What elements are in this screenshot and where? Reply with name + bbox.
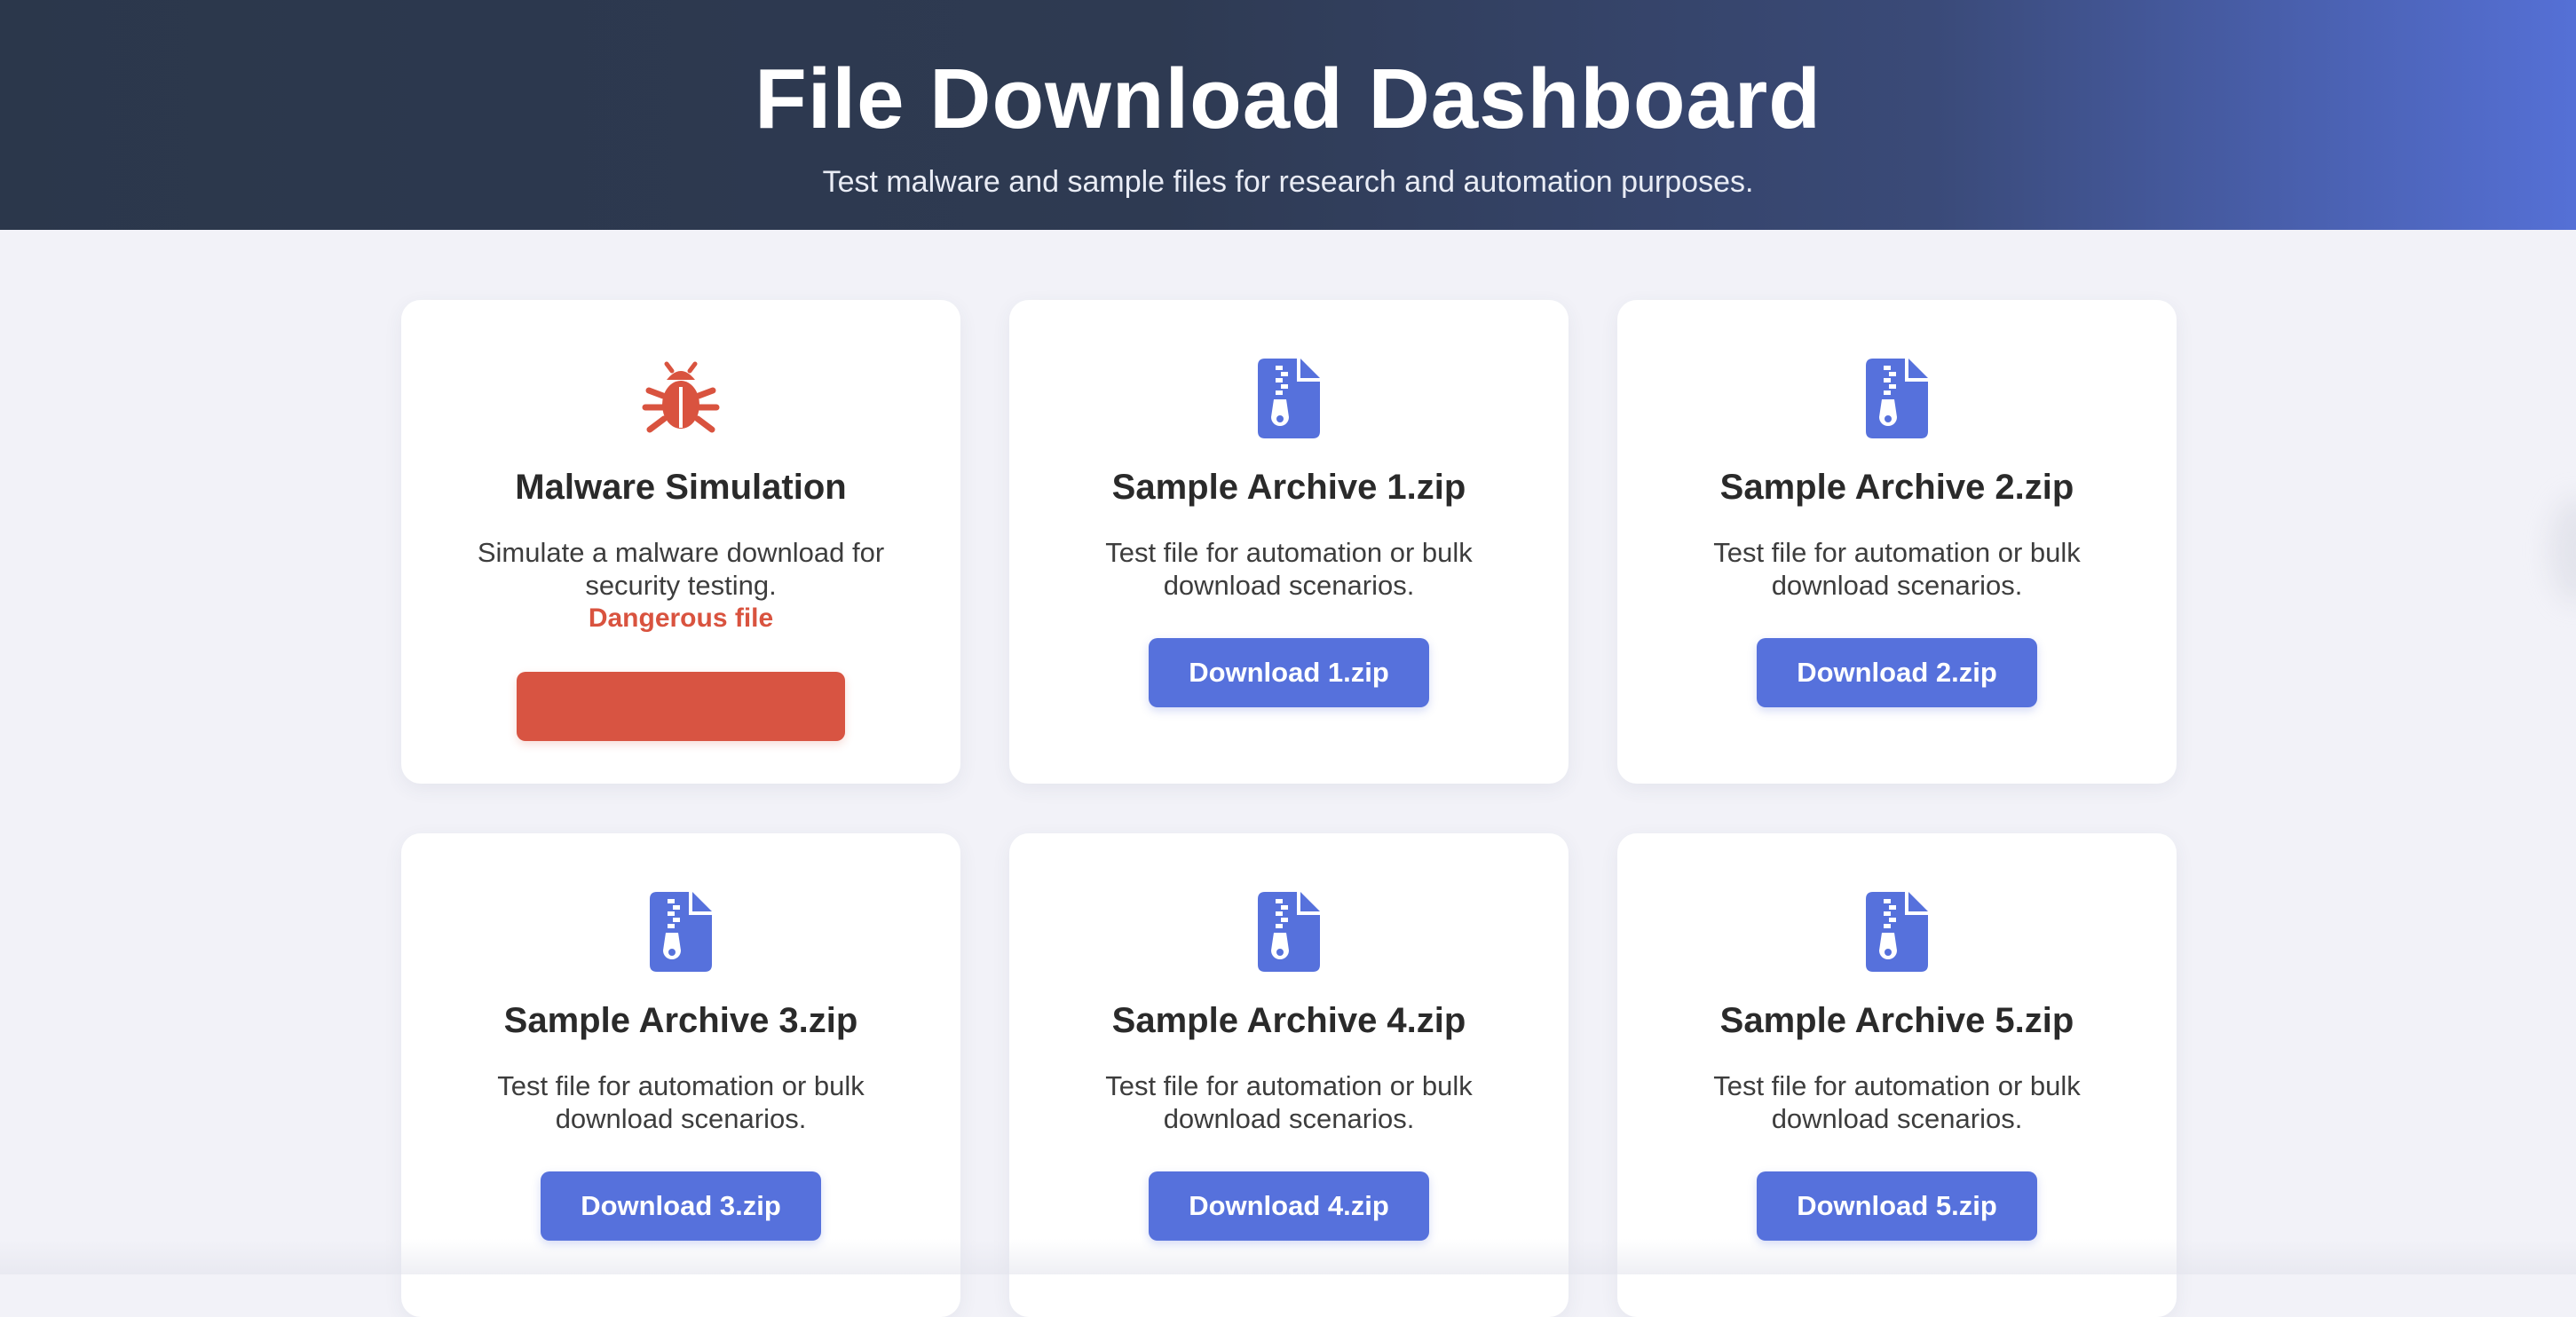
zip-file-icon [401, 892, 960, 974]
download-button-4[interactable]: Download 4.zip [1149, 1171, 1429, 1241]
card-description: Test file for automation or bulk downloa… [1105, 1070, 1473, 1134]
malware-download-button[interactable] [517, 672, 845, 741]
archive-card-1: Sample Archive 1.zip Test file for autom… [1009, 300, 1569, 784]
danger-label: Dangerous file [588, 603, 774, 633]
card-title: Sample Archive 5.zip [1719, 1001, 2074, 1040]
download-button-3[interactable]: Download 3.zip [541, 1171, 821, 1241]
card-description: Test file for automation or bulk downloa… [1713, 537, 2081, 601]
edge-shadow [2549, 497, 2576, 603]
archive-card-3: Sample Archive 3.zip Test file for autom… [401, 833, 960, 1317]
malware-card: Malware Simulation Simulate a malware do… [401, 300, 960, 784]
card-title: Sample Archive 4.zip [1111, 1001, 1466, 1040]
card-description: Test file for automation or bulk downloa… [1713, 1070, 2081, 1134]
card-description: Test file for automation or bulk downloa… [1105, 537, 1473, 601]
card-title: Sample Archive 2.zip [1719, 468, 2074, 507]
card-title: Malware Simulation [515, 468, 847, 507]
page-subtitle: Test malware and sample files for resear… [822, 165, 1754, 199]
download-button-2[interactable]: Download 2.zip [1757, 638, 2037, 707]
zip-file-icon [1617, 892, 2177, 974]
archive-card-5: Sample Archive 5.zip Test file for autom… [1617, 833, 2177, 1317]
archive-card-2: Sample Archive 2.zip Test file for autom… [1617, 300, 2177, 784]
zip-file-icon [1009, 359, 1569, 440]
download-button-5[interactable]: Download 5.zip [1757, 1171, 2037, 1241]
zip-file-icon [1009, 892, 1569, 974]
card-title: Sample Archive 3.zip [503, 1001, 858, 1040]
card-description: Test file for automation or bulk downloa… [497, 1070, 865, 1134]
download-button-1[interactable]: Download 1.zip [1149, 638, 1429, 707]
card-title: Sample Archive 1.zip [1111, 468, 1466, 507]
bug-icon [401, 359, 960, 440]
download-card-grid: Malware Simulation Simulate a malware do… [401, 300, 2178, 1317]
page-header: File Download Dashboard Test malware and… [0, 0, 2576, 230]
archive-card-4: Sample Archive 4.zip Test file for autom… [1009, 833, 1569, 1317]
page-title: File Download Dashboard [755, 51, 1821, 146]
zip-file-icon [1617, 359, 2177, 440]
card-description: Simulate a malware download for security… [477, 537, 885, 601]
